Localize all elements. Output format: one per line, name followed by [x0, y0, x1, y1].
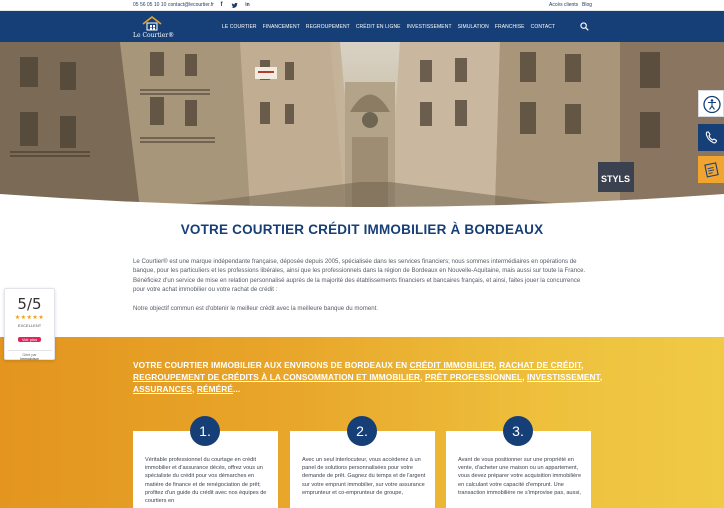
sep: ,	[581, 360, 584, 370]
phone-button[interactable]	[698, 124, 724, 151]
intro-paragraph: Le Courtier® est une marque indépendante…	[133, 258, 586, 293]
form-button[interactable]	[698, 156, 724, 183]
link-regroupement[interactable]: REGROUPEMENT DE CRÉDITS À LA CONSOMMATIO…	[133, 372, 420, 382]
step-card-text: Avec un seul interlocuteur, vous accéder…	[302, 457, 426, 496]
rating-score: 5/5	[17, 295, 42, 313]
services-title: VOTRE COURTIER IMMOBILIER AUX ENVIRONS D…	[133, 359, 603, 396]
link-credit-immobilier[interactable]: CRÉDIT IMMOBILIER	[410, 360, 495, 370]
twitter-icon[interactable]	[231, 2, 238, 9]
intro-objective: Notre objectif commun est d'obtenir le m…	[133, 305, 379, 312]
rating-label: EXCELLENT	[17, 323, 42, 328]
top-bar: 05 56 05 10 10 contact@lecourtier.fr f i…	[0, 0, 724, 11]
phone-icon	[705, 131, 718, 144]
menu-item-investissement[interactable]: INVESTISSEMENT	[407, 24, 452, 30]
form-icon	[704, 162, 719, 178]
menu-item-simulation[interactable]: SIMULATION	[458, 24, 489, 30]
rating-stars: ★★★★★	[14, 315, 45, 321]
linkedin-icon[interactable]: in	[244, 2, 251, 9]
services-title-prefix: VOTRE COURTIER IMMOBILIER AUX ENVIRONS D…	[133, 360, 410, 370]
link-pret-professionnel[interactable]: PRÊT PROFESSIONNEL	[425, 372, 522, 382]
menu-item-regroupement[interactable]: REGROUPEMENT	[306, 24, 350, 30]
step-card-text: Avant de vous positionner sur une propri…	[458, 457, 582, 496]
step-number-badge: 2.	[347, 416, 377, 446]
hero-image: STYLS	[0, 42, 724, 209]
see-more-button[interactable]: Voir plus	[17, 337, 42, 342]
main-nav: Le Courtier® LE COURTIER FINANCEMENT REG…	[0, 11, 724, 42]
divider	[7, 350, 52, 351]
site-logo[interactable]: Le Courtier®	[133, 15, 175, 39]
email-link[interactable]: contact@lecourtier.fr	[168, 1, 214, 10]
page-title: VOTRE COURTIER CRÉDIT IMMOBILIER À BORDE…	[180, 222, 544, 237]
link-rachat-de-credit[interactable]: RACHAT DE CRÉDIT	[499, 360, 581, 370]
menu-item-franchise[interactable]: FRANCHISE	[495, 24, 525, 30]
sep: ,	[599, 372, 603, 383]
step-number-badge: 1.	[190, 416, 220, 446]
search-icon[interactable]	[580, 22, 589, 31]
step-card-text: Véritable professionnel du courtage en c…	[145, 457, 267, 505]
bordeaux-street-photo: STYLS	[0, 42, 724, 209]
menu-item-financement[interactable]: FINANCEMENT	[263, 24, 300, 30]
main-menu: LE COURTIER FINANCEMENT REGROUPEMENT CRÉ…	[222, 11, 561, 42]
facebook-icon[interactable]: f	[218, 2, 225, 9]
menu-item-contact[interactable]: CONTACT	[531, 24, 556, 30]
accessibility-button[interactable]	[698, 90, 724, 117]
house-logo-icon	[142, 15, 162, 31]
svg-text:STYLS: STYLS	[601, 174, 630, 184]
blog-link[interactable]: Blog	[582, 1, 592, 10]
link-remere[interactable]: RÉMÉRÉ	[197, 384, 233, 394]
accessibility-icon	[703, 95, 721, 114]
rating-widget[interactable]: 5/5 ★★★★★ EXCELLENT Voir plus Géré par I…	[4, 288, 55, 361]
menu-item-credit-en-ligne[interactable]: CRÉDIT EN LIGNE	[356, 24, 401, 30]
logo-text: Le Courtier®	[133, 32, 175, 39]
step-number-badge: 3.	[503, 416, 533, 446]
menu-item-le-courtier[interactable]: LE COURTIER	[222, 24, 257, 30]
link-assurances[interactable]: ASSURANCES	[133, 384, 192, 394]
client-access-link[interactable]: Accès clients	[549, 1, 578, 10]
provider-name: Immodvisor	[20, 357, 39, 361]
link-investissement[interactable]: INVESTISSEMENT	[527, 372, 600, 382]
phone-link[interactable]: 05 56 05 10 10	[133, 1, 166, 10]
suffix: ...	[233, 384, 241, 395]
